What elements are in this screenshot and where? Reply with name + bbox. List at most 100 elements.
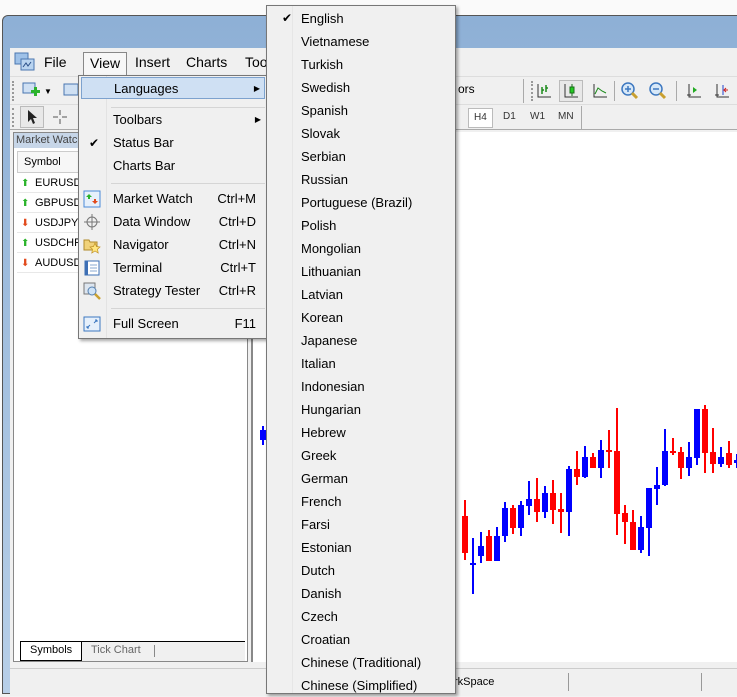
- language-item[interactable]: Hebrew: [269, 421, 453, 444]
- language-item[interactable]: French: [269, 490, 453, 513]
- language-item[interactable]: Indonesian: [269, 375, 453, 398]
- crosshair-button[interactable]: [48, 106, 72, 128]
- language-item[interactable]: Japanese: [269, 329, 453, 352]
- zoom-out-button[interactable]: [646, 80, 670, 102]
- price-down-arrow-icon: ⬇: [21, 258, 30, 269]
- menu-item-terminal[interactable]: Terminal Ctrl+T: [81, 257, 265, 279]
- language-item[interactable]: Portuguese (Brazil): [269, 191, 453, 214]
- menu-item-label: Status Bar: [113, 135, 174, 150]
- language-item[interactable]: Russian: [269, 168, 453, 191]
- indicators-button-label[interactable]: ors: [458, 82, 475, 96]
- timeframe-mn[interactable]: MN: [553, 108, 579, 128]
- menu-item-data-window[interactable]: Data Window Ctrl+D: [81, 211, 265, 233]
- language-item[interactable]: Lithuanian: [269, 260, 453, 283]
- language-item[interactable]: Swedish: [269, 76, 453, 99]
- chart-shift-button[interactable]: [710, 80, 734, 102]
- new-chart-dropdown[interactable]: ▼: [42, 80, 54, 102]
- bullish-candle: [470, 538, 476, 594]
- menu-item-full-screen[interactable]: Full Screen F11: [81, 313, 265, 335]
- candle-body: [590, 457, 596, 468]
- timeframe-h4[interactable]: H4: [468, 108, 493, 128]
- menu-view[interactable]: View: [83, 52, 128, 76]
- new-chart-button[interactable]: [20, 80, 44, 102]
- crosshair-icon: [53, 110, 67, 124]
- menu-item-strategy-tester[interactable]: Strategy Tester Ctrl+R: [81, 280, 265, 302]
- language-item[interactable]: Czech: [269, 605, 453, 628]
- zoom-out-icon: [649, 82, 667, 100]
- language-item[interactable]: Latvian: [269, 283, 453, 306]
- language-item[interactable]: Italian: [269, 352, 453, 375]
- candle-body: [622, 513, 628, 522]
- line-chart-button[interactable]: [588, 80, 612, 102]
- menu-item-label: Strategy Tester: [113, 283, 201, 298]
- zoom-in-button[interactable]: [618, 80, 642, 102]
- language-item[interactable]: ✔ English: [269, 7, 453, 30]
- bar-chart-button[interactable]: [532, 80, 556, 102]
- language-item[interactable]: Mongolian: [269, 237, 453, 260]
- language-item[interactable]: Spanish: [269, 99, 453, 122]
- menu-item-toolbars[interactable]: Toolbars ▶: [81, 109, 265, 131]
- menu-item-navigator[interactable]: Navigator Ctrl+N: [81, 234, 265, 256]
- language-item[interactable]: Hungarian: [269, 398, 453, 421]
- candlestick-button[interactable]: [559, 80, 583, 102]
- tab-tick-chart[interactable]: Tick Chart: [82, 642, 150, 661]
- candle-body: [462, 516, 468, 553]
- menu-item-market-watch[interactable]: Market Watch Ctrl+M: [81, 188, 265, 210]
- language-item[interactable]: Vietnamese: [269, 30, 453, 53]
- language-item[interactable]: German: [269, 467, 453, 490]
- menu-charts[interactable]: Charts: [180, 52, 233, 74]
- candle-body: [694, 409, 700, 458]
- language-label: Hebrew: [301, 425, 346, 440]
- bullish-candle: [494, 527, 500, 561]
- language-label: Indonesian: [301, 379, 365, 394]
- language-item[interactable]: Dutch: [269, 559, 453, 582]
- zoom-in-icon: [621, 82, 639, 100]
- bearish-candle: [630, 510, 636, 550]
- language-item[interactable]: Croatian: [269, 628, 453, 651]
- menu-insert[interactable]: Insert: [129, 52, 176, 74]
- language-item[interactable]: Polish: [269, 214, 453, 237]
- toolbar-grip[interactable]: [12, 108, 16, 127]
- status-separator: [701, 673, 702, 691]
- language-item[interactable]: Danish: [269, 582, 453, 605]
- bearish-candle: [606, 430, 612, 468]
- bearish-candle: [670, 438, 676, 455]
- cursor-arrow-icon: [28, 110, 37, 124]
- menu-item-languages[interactable]: Languages ▶: [81, 77, 265, 99]
- menu-item-status-bar[interactable]: ✔ Status Bar: [81, 132, 265, 154]
- language-item[interactable]: Slovak: [269, 122, 453, 145]
- bearish-candle: [726, 441, 732, 468]
- candle-body: [486, 536, 492, 561]
- candle-body: [726, 453, 732, 465]
- language-label: Russian: [301, 172, 348, 187]
- language-item[interactable]: Farsi: [269, 513, 453, 536]
- bullish-candle: [694, 409, 700, 465]
- bullish-candle: [478, 532, 484, 563]
- candle-body: [478, 546, 484, 556]
- candle-body: [582, 457, 588, 477]
- menu-item-label: Languages: [114, 81, 179, 96]
- tab-symbols[interactable]: Symbols: [20, 642, 83, 661]
- language-label: Japanese: [301, 333, 358, 348]
- strategy-tester-icon: [83, 282, 101, 300]
- menu-separator: [111, 107, 265, 108]
- timeframe-w1[interactable]: W1: [525, 108, 550, 128]
- menu-item-charts-bar[interactable]: Charts Bar: [81, 155, 265, 177]
- language-item[interactable]: Turkish: [269, 53, 453, 76]
- language-label: Italian: [301, 356, 336, 371]
- language-item[interactable]: Chinese (Traditional): [269, 651, 453, 674]
- language-item[interactable]: Serbian: [269, 145, 453, 168]
- menu-file[interactable]: File: [38, 52, 73, 74]
- toolbar-grip[interactable]: [12, 81, 16, 101]
- menu-shortcut: Ctrl+D: [218, 214, 256, 229]
- candle-body: [702, 409, 708, 453]
- language-item[interactable]: Korean: [269, 306, 453, 329]
- language-item[interactable]: Greek: [269, 444, 453, 467]
- auto-scroll-button[interactable]: [682, 80, 706, 102]
- price-up-arrow-icon: ⬆: [21, 178, 30, 189]
- market-watch-tabs: Symbols Tick Chart: [20, 641, 245, 661]
- language-item[interactable]: Estonian: [269, 536, 453, 559]
- cursor-button[interactable]: [20, 106, 44, 128]
- timeframe-d1[interactable]: D1: [498, 108, 521, 128]
- language-label: Serbian: [301, 149, 346, 164]
